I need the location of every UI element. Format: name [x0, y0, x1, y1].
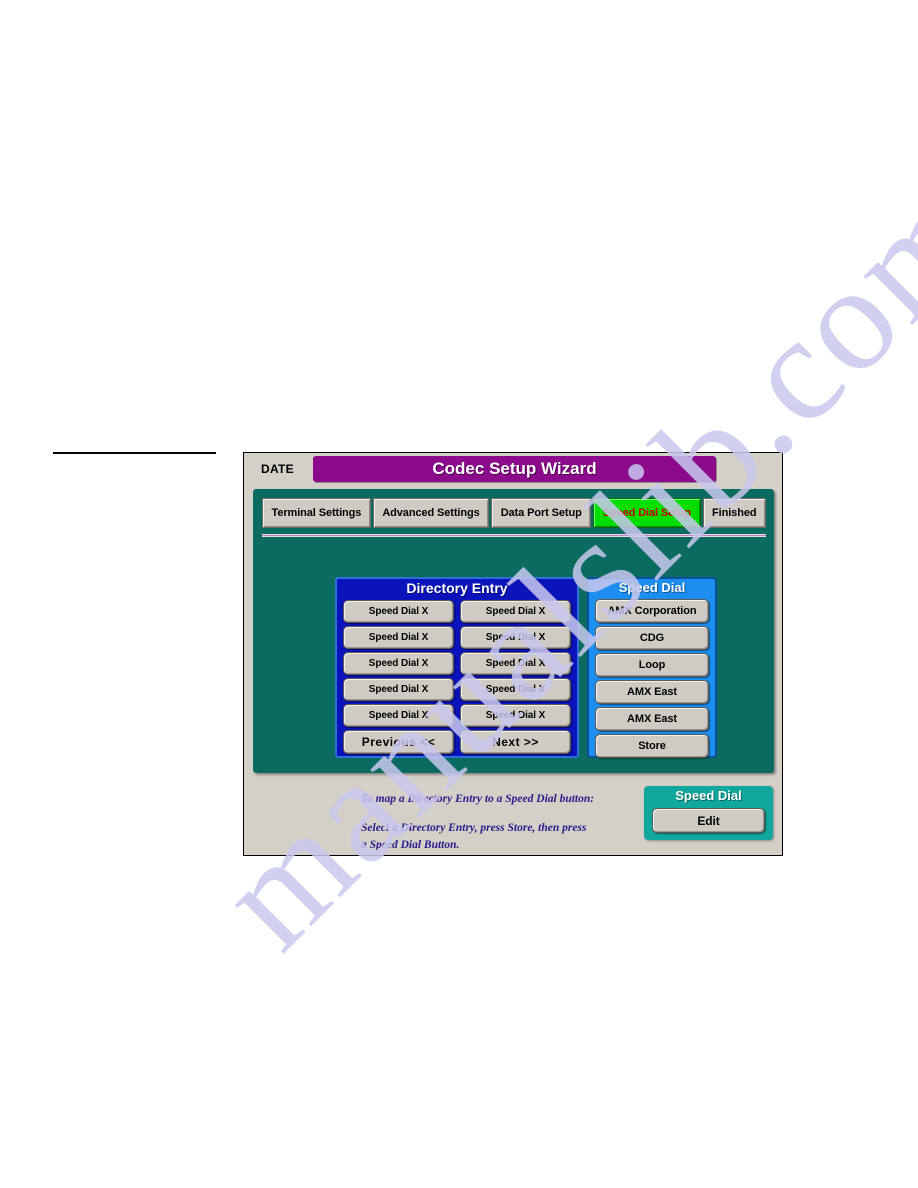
title-bar: Codec Setup Wizard: [313, 456, 716, 482]
tab-separator-line: [262, 534, 766, 537]
directory-entry-button[interactable]: Speed Dial X: [343, 600, 454, 623]
directory-entry-grid: Speed Dial X Speed Dial X Speed Dial X S…: [343, 600, 571, 754]
directory-entry-button[interactable]: Speed Dial X: [343, 652, 454, 675]
speed-dial-list: AMX Corporation CDG Loop AMX East AMX Ea…: [595, 599, 709, 758]
speed-dial-button-cdg[interactable]: CDG: [595, 626, 709, 650]
tab-data-port-setup[interactable]: Data Port Setup: [491, 498, 592, 528]
previous-page-button[interactable]: Previous <<: [343, 730, 454, 754]
next-page-button[interactable]: Next >>: [460, 730, 571, 754]
instruction-line-2: Select a Directory Entry, press Store, t…: [361, 822, 587, 834]
directory-entry-title: Directory Entry: [406, 580, 508, 596]
panel-title-row: DATE Codec Setup Wizard: [244, 453, 782, 489]
page-header-rule: [53, 452, 216, 454]
instruction-line-1: To map a Directory Entry to a Speed Dial…: [361, 793, 595, 805]
instructions-text: To map a Directory Entry to a Speed Dial…: [361, 791, 661, 854]
directory-entry-panel: Directory Entry Speed Dial X Speed Dial …: [335, 577, 579, 758]
directory-entry-button[interactable]: Speed Dial X: [460, 652, 571, 675]
codec-setup-wizard-panel: DATE Codec Setup Wizard Terminal Setting…: [243, 452, 783, 856]
directory-entry-button[interactable]: Speed Dial X: [460, 678, 571, 701]
store-button[interactable]: Store: [595, 734, 709, 758]
instruction-line-3: a Speed Dial Button.: [361, 839, 460, 851]
speed-dial-title: Speed Dial: [618, 580, 686, 595]
tab-finished[interactable]: Finished: [702, 498, 766, 528]
directory-entry-button[interactable]: Speed Dial X: [343, 626, 454, 649]
speed-dial-edit-title: Speed Dial: [675, 788, 742, 803]
directory-entry-button[interactable]: Speed Dial X: [343, 678, 454, 701]
speed-dial-button-loop[interactable]: Loop: [595, 653, 709, 677]
speed-dial-panel: Speed Dial AMX Corporation CDG Loop AMX …: [587, 577, 717, 758]
wizard-tab-bar: Terminal Settings Advanced Settings Data…: [262, 498, 766, 528]
page-title: Codec Setup Wizard: [432, 459, 597, 478]
speed-dial-button-amx-corporation[interactable]: AMX Corporation: [595, 599, 709, 623]
edit-button[interactable]: Edit: [652, 808, 765, 833]
date-label: DATE: [261, 462, 294, 476]
tab-advanced-settings[interactable]: Advanced Settings: [372, 498, 490, 528]
speed-dial-button-amx-east-1[interactable]: AMX East: [595, 680, 709, 704]
directory-entry-button[interactable]: Speed Dial X: [460, 704, 571, 727]
directory-entry-button[interactable]: Speed Dial X: [460, 600, 571, 623]
directory-entry-button[interactable]: Speed Dial X: [343, 704, 454, 727]
main-content-area: Terminal Settings Advanced Settings Data…: [253, 489, 774, 773]
tab-speed-dial-setup[interactable]: Speed Dial Setup: [593, 498, 701, 528]
speed-dial-edit-panel: Speed Dial Edit: [644, 786, 773, 840]
tab-terminal-settings[interactable]: Terminal Settings: [262, 498, 371, 528]
speed-dial-button-amx-east-2[interactable]: AMX East: [595, 707, 709, 731]
directory-entry-button[interactable]: Speed Dial X: [460, 626, 571, 649]
